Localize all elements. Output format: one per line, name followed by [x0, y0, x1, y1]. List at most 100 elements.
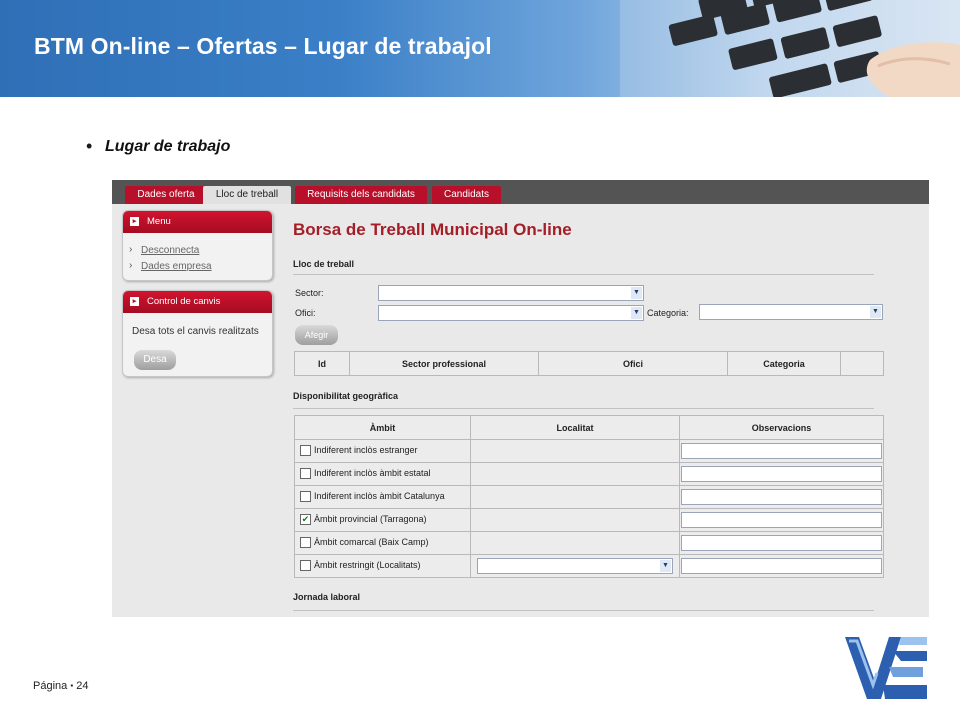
localitat-cell: ▼ [470, 554, 680, 578]
observacions-cell [679, 439, 884, 463]
menu-box-title: Menu [147, 216, 171, 227]
ambit-cell: Indiferent inclòs àmbit Catalunya [294, 485, 471, 509]
main-title: Borsa de Treball Municipal On-line [293, 220, 572, 239]
col-ambit: Àmbit [294, 415, 471, 440]
ambit-cell: Àmbit restringit (Localitats) [294, 554, 471, 578]
divider [293, 610, 874, 611]
sector-select[interactable]: ▼ [378, 285, 644, 301]
geo-heading: Disponibilitat geogràfica [293, 391, 399, 401]
observacions-input[interactable] [681, 443, 882, 459]
table-row: Àmbit comarcal (Baix Camp) [294, 531, 884, 555]
link-desconnecta[interactable]: Desconnecta [141, 245, 199, 256]
col-observacions: Observacions [679, 415, 884, 440]
menu-square-icon: ▸ [130, 217, 139, 226]
localitat-cell [470, 531, 680, 555]
observacions-input[interactable] [681, 535, 882, 551]
col-sector-professional: Sector professional [349, 351, 539, 376]
jornada-heading: Jornada laboral [293, 592, 361, 602]
afegir-button[interactable]: Afegir [295, 325, 338, 345]
divider [293, 408, 874, 409]
checkbox-icon[interactable] [300, 490, 311, 502]
ambit-cell: Indiferent inclòs àmbit estatal [294, 462, 471, 486]
ofici-select[interactable]: ▼ [378, 305, 644, 321]
tab-candidats[interactable]: Candidats [432, 186, 501, 204]
observacions-input[interactable] [681, 489, 882, 505]
ambit-label: Àmbit comarcal (Baix Camp) [314, 537, 429, 548]
company-logo [845, 637, 927, 699]
dropdown-arrow-icon: ▼ [660, 560, 671, 572]
menu-square-icon: ▸ [130, 297, 139, 306]
tab-bar: Dades oferta Lloc de treball Requisits d… [112, 180, 929, 204]
col-id: Id [294, 351, 350, 376]
chevron-right-icon: › [129, 260, 133, 271]
col-empty [840, 351, 884, 376]
col-categoria: Categoria [727, 351, 841, 376]
checkbox-icon[interactable] [300, 467, 311, 479]
observacions-cell [679, 531, 884, 555]
table-row: Indiferent inclòs estranger [294, 439, 884, 463]
localitat-cell [470, 439, 680, 463]
tab-requisits-candidats[interactable]: Requisits dels candidats [295, 186, 427, 204]
table-row: Indiferent inclòs àmbit Catalunya [294, 485, 884, 509]
ambit-label: Indiferent inclòs àmbit estatal [314, 468, 431, 479]
tab-lloc-de-treball[interactable]: Lloc de treball [203, 186, 291, 204]
sector-label: Sector: [295, 288, 324, 298]
dropdown-arrow-icon: ▼ [870, 306, 881, 318]
localitat-cell [470, 508, 680, 532]
slide-title: BTM On-line – Ofertas – Lugar de trabajo… [34, 33, 492, 59]
col-ofici: Ofici [538, 351, 728, 376]
checkbox-icon[interactable] [300, 536, 311, 548]
link-dades-empresa[interactable]: Dades empresa [141, 261, 212, 272]
table-row: Indiferent inclòs àmbit estatal [294, 462, 884, 486]
observacions-input[interactable] [681, 466, 882, 482]
page-label: Página [33, 680, 68, 692]
checkbox-icon[interactable]: ✔ [300, 513, 311, 525]
tab-dades-oferta[interactable]: Dades oferta [125, 186, 207, 204]
divider [293, 274, 874, 275]
bullet-icon: • [86, 136, 93, 156]
ambit-cell: ✔ Àmbit provincial (Tarragona) [294, 508, 471, 532]
ambit-label: Àmbit restringit (Localitats) [314, 560, 421, 571]
chevron-right-icon: › [129, 244, 133, 255]
ambit-label: Indiferent inclòs estranger [314, 445, 418, 456]
table-row: Àmbit restringit (Localitats) ▼ [294, 554, 884, 578]
observacions-input[interactable] [681, 558, 882, 574]
page-footer: Página ▪ 24 [33, 680, 88, 692]
localitat-select[interactable]: ▼ [477, 558, 673, 574]
checkbox-icon[interactable] [300, 444, 311, 456]
observacions-cell [679, 554, 884, 578]
bullet-text: Lugar de trabajo [105, 138, 231, 155]
dropdown-arrow-icon: ▼ [631, 307, 642, 319]
localitat-cell [470, 485, 680, 509]
control-canvis-header: ▸ Control de canvis [123, 291, 272, 313]
table-header-row: Àmbit Localitat Observacions [294, 415, 884, 440]
dropdown-arrow-icon: ▼ [631, 287, 642, 299]
footer-separator: ▪ [70, 681, 74, 690]
checkbox-icon[interactable] [300, 559, 311, 571]
menu-box: ▸ Menu › Desconnecta › Dades empresa [122, 210, 273, 281]
control-canvis-box: ▸ Control de canvis Desa tots el canvis … [122, 290, 273, 377]
control-canvis-title: Control de canvis [147, 296, 221, 307]
observacions-cell [679, 508, 884, 532]
ambit-cell: Indiferent inclòs estranger [294, 439, 471, 463]
geo-table: Àmbit Localitat Observacions Indiferent … [294, 415, 884, 578]
table-row: ✔ Àmbit provincial (Tarragona) [294, 508, 884, 532]
ofici-label: Ofici: [295, 308, 316, 318]
localitat-cell [470, 462, 680, 486]
observacions-cell [679, 462, 884, 486]
categoria-select[interactable]: ▼ [699, 304, 883, 320]
page-number: 24 [76, 680, 89, 692]
ambit-label: Àmbit provincial (Tarragona) [314, 514, 427, 525]
desa-button[interactable]: Desa [134, 350, 176, 370]
categoria-label: Categoria: [647, 308, 689, 318]
control-canvis-text: Desa tots el canvis realitzats [132, 326, 259, 337]
slide-header: BTM On-line – Ofertas – Lugar de trabajo… [0, 0, 960, 97]
lloc-heading: Lloc de treball [293, 259, 355, 269]
observacions-cell [679, 485, 884, 509]
ambit-label: Indiferent inclòs àmbit Catalunya [314, 491, 445, 502]
observacions-input[interactable] [681, 512, 882, 528]
col-localitat: Localitat [470, 415, 680, 440]
menu-box-header: ▸ Menu [123, 211, 272, 233]
keyboard-photo [620, 0, 960, 97]
ambit-cell: Àmbit comarcal (Baix Camp) [294, 531, 471, 555]
